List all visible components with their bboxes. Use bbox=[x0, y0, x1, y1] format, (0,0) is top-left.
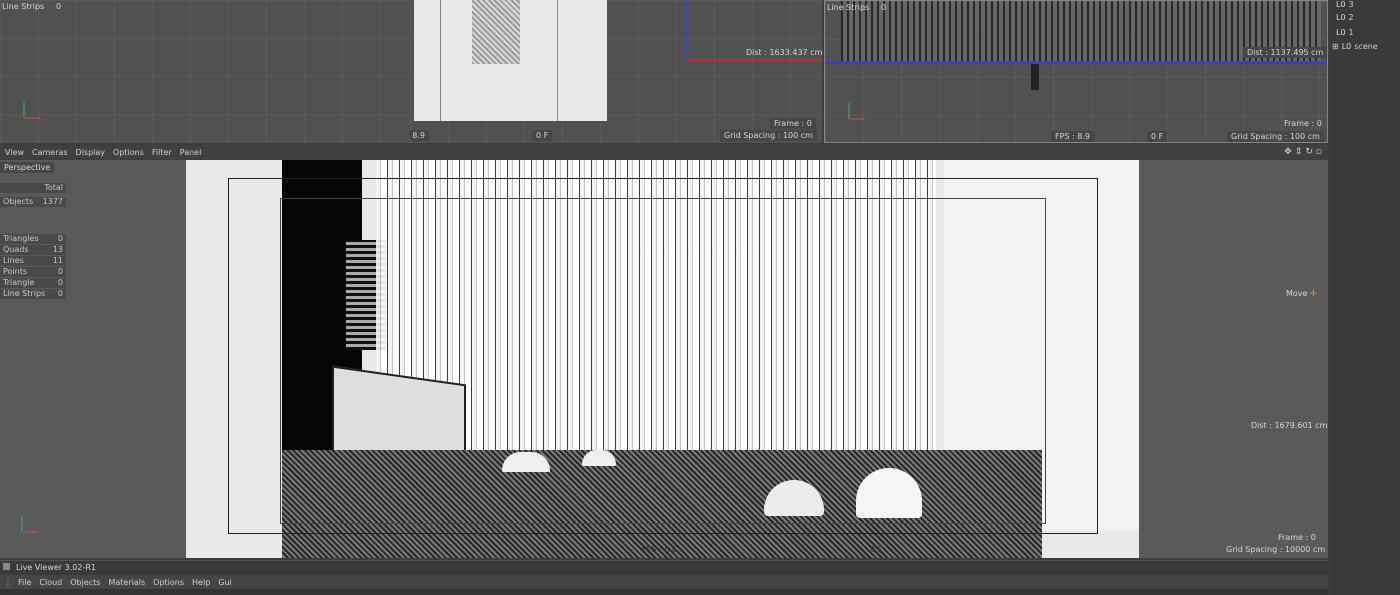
viewport-top-center[interactable]: Dist : 1633.437 cm Frame : 0 FPS : 8.9 0… bbox=[410, 0, 822, 143]
viewport-top-right[interactable]: Line Strips 0 Dist : 1137.495 cm Frame :… bbox=[824, 0, 1328, 143]
line-strips-value: 0 bbox=[56, 2, 62, 11]
viewport-perspective[interactable]: Perspective Total Objects 1377 Triangles… bbox=[0, 160, 1328, 558]
menu-cameras[interactable]: Cameras bbox=[32, 148, 68, 157]
dist-readout: Dist : 1679.601 cm bbox=[1251, 421, 1328, 430]
axis-gizmo-icon bbox=[21, 516, 38, 533]
rotate-icon[interactable]: ↻ bbox=[1305, 147, 1313, 157]
stats-row: Points 0 bbox=[0, 267, 66, 277]
menu-help[interactable]: Help bbox=[192, 578, 210, 587]
move-tool-label[interactable]: Move ✛ bbox=[1286, 289, 1317, 298]
menu-file[interactable]: File bbox=[18, 578, 31, 587]
layer-icon: L0 bbox=[1341, 42, 1352, 51]
move-icon: ✛ bbox=[1310, 289, 1317, 298]
stats-header: Total bbox=[0, 183, 66, 193]
fps-readout: FPS : 6.6 bbox=[642, 545, 678, 554]
layer-icon: L0 bbox=[1336, 28, 1346, 37]
grip-icon: ⋮ bbox=[4, 578, 12, 587]
object-item[interactable]: L0 1 bbox=[1336, 28, 1354, 37]
grid-spacing-readout: Grid Spacing : 10000 cm bbox=[1226, 545, 1326, 554]
stats-row: Triangles 0 bbox=[0, 234, 66, 244]
frame-readout: Frame : 0 bbox=[770, 118, 816, 129]
live-viewer-menubar: ⋮ File Cloud Objects Materials Options H… bbox=[0, 575, 1328, 589]
grid-spacing-readout: Grid Spacing : 100 cm bbox=[720, 130, 817, 141]
maximize-icon[interactable]: ▫ bbox=[1316, 147, 1322, 157]
stats-row: Lines 11 bbox=[0, 256, 66, 266]
x-axis-line bbox=[686, 60, 822, 61]
title-safe-frame bbox=[280, 198, 1046, 524]
object-manager-panel bbox=[1330, 0, 1400, 595]
menu-objects[interactable]: Objects bbox=[70, 578, 100, 587]
live-viewer-title: Live Viewer 3.02-R1 bbox=[16, 563, 96, 572]
frame-f-readout: 0 F bbox=[532, 130, 553, 141]
line-strips-label: Line Strips bbox=[2, 2, 45, 11]
menu-filter[interactable]: Filter bbox=[152, 148, 172, 157]
line-strips-label: Line Strips bbox=[827, 3, 870, 12]
dist-readout: Dist : 1633.437 cm bbox=[746, 48, 822, 57]
fps-readout: FPS : 8.9 bbox=[1051, 131, 1095, 142]
stats-row: Line Strips 0 bbox=[0, 289, 66, 299]
stats-row: Quads 13 bbox=[0, 245, 66, 255]
stats-objects: Objects 1377 bbox=[0, 197, 66, 207]
guide-line bbox=[557, 0, 558, 121]
layer-icon: L0 bbox=[1336, 13, 1346, 22]
menu-cloud[interactable]: Cloud bbox=[39, 578, 62, 587]
view-name[interactable]: Perspective bbox=[0, 162, 55, 173]
dist-readout: Dist : 1137.495 cm bbox=[1243, 47, 1327, 58]
guide-line bbox=[440, 0, 441, 121]
ground-line bbox=[825, 62, 1327, 64]
frame-readout: Frame : 0 bbox=[1278, 533, 1316, 542]
menu-options[interactable]: Options bbox=[113, 148, 144, 157]
viewport-menu-bar: View Cameras Display Options Filter Pane… bbox=[0, 145, 1328, 159]
menu-view[interactable]: View bbox=[5, 148, 24, 157]
rendered-object bbox=[472, 0, 520, 64]
zoom-icon[interactable]: ⇕ bbox=[1295, 147, 1303, 157]
live-viewer-titlebar: Live Viewer 3.02-R1 bbox=[0, 560, 1328, 575]
axis-gizmo-icon bbox=[848, 103, 865, 120]
viewport-top-left[interactable]: Line Strips 0 x bbox=[0, 0, 410, 143]
frame-f-readout: 0 F bbox=[870, 545, 883, 554]
layer-icon: L0 bbox=[1336, 0, 1346, 9]
menu-panel[interactable]: Panel bbox=[180, 148, 202, 157]
object-item[interactable]: L0 3 bbox=[1336, 0, 1354, 9]
live-viewer-toolbar bbox=[0, 589, 1328, 595]
y-axis-line bbox=[686, 0, 687, 60]
render-region bbox=[414, 0, 607, 121]
frame-f-readout: 0 F bbox=[1147, 131, 1168, 142]
menu-gui[interactable]: Gui bbox=[218, 578, 232, 587]
object-item[interactable]: L0 2 bbox=[1336, 13, 1354, 22]
expand-icon[interactable]: ⊞ bbox=[1332, 42, 1339, 51]
menu-materials[interactable]: Materials bbox=[108, 578, 145, 587]
menu-display[interactable]: Display bbox=[76, 148, 106, 157]
window-icon bbox=[3, 563, 10, 570]
menu-options[interactable]: Options bbox=[153, 578, 184, 587]
svg-text:x: x bbox=[38, 116, 42, 123]
pan-icon[interactable]: ✥ bbox=[1284, 147, 1292, 157]
object-item-scene[interactable]: ⊞ L0 scene bbox=[1332, 42, 1378, 51]
line-strips-value: 0 bbox=[881, 3, 887, 12]
axis-gizmo-icon: x bbox=[23, 102, 42, 123]
fps-readout: FPS : 8.9 bbox=[410, 130, 430, 141]
frame-readout: Frame : 0 bbox=[1284, 119, 1322, 128]
grid-spacing-readout: Grid Spacing : 100 cm bbox=[1227, 131, 1324, 142]
post-silhouette bbox=[1031, 64, 1039, 90]
stats-row: Triangle Strips 0 bbox=[0, 278, 66, 297]
